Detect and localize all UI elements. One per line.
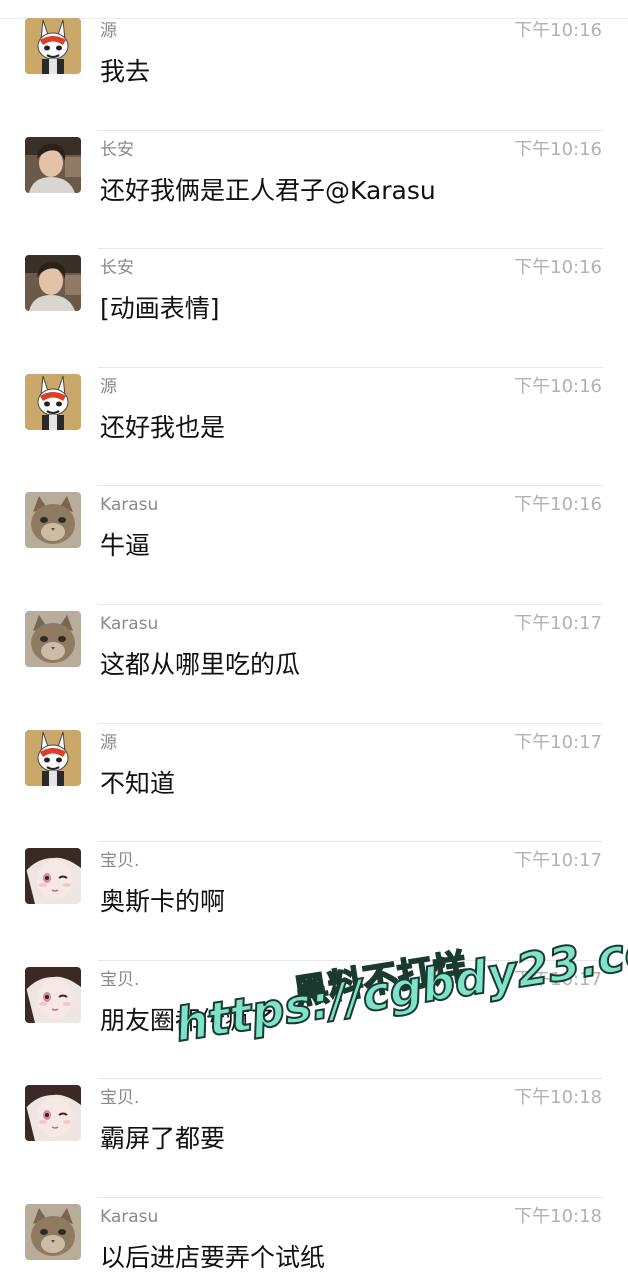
- message-time: 下午10:16: [514, 20, 602, 41]
- message-time: 下午10:17: [514, 612, 602, 634]
- message-time: 下午10:17: [514, 850, 602, 872]
- message-text[interactable]: 不知道: [100, 769, 175, 799]
- robot-avatar[interactable]: [25, 18, 81, 74]
- message-time: 下午10:17: [514, 968, 602, 990]
- sender-name: 源: [100, 732, 117, 753]
- message-text[interactable]: 还好我俩是正人君子@Karasu: [100, 176, 436, 206]
- message-time: 下午10:17: [514, 731, 602, 753]
- message-text[interactable]: 以后进店要弄个试纸: [100, 1243, 325, 1273]
- message-list[interactable]: 源下午10:16 我去 长安 下午10:16 还好我俩是正人君子@Karasu 长安 下午1…: [0, 12, 628, 1280]
- message-item[interactable]: Karasu 下午10:16 牛逼: [0, 486, 628, 605]
- message-item[interactable]: 长安 下午10:16 还好我俩是正人君子@Karasu: [0, 131, 628, 250]
- chat-history-page: 源下午10:16 我去 长安 下午10:16 还好我俩是正人君子@Karasu 长安 下午1…: [0, 0, 628, 1280]
- sender-name: 长安: [100, 258, 134, 279]
- message-item[interactable]: 宝贝. 下午10:17 奥斯卡的啊: [0, 842, 628, 961]
- message-item[interactable]: Karasu 下午10:18 以后进店要弄个试纸: [0, 1198, 628, 1280]
- message-item[interactable]: 源 下午10:16 还好我也是: [0, 368, 628, 487]
- girl-avatar[interactable]: [25, 966, 81, 1023]
- girl-avatar[interactable]: [25, 848, 81, 905]
- cat-avatar[interactable]: [25, 492, 81, 549]
- message-item[interactable]: 源 下午10:16 我去: [0, 12, 628, 131]
- cat-avatar[interactable]: [25, 1203, 81, 1260]
- sender-name: 宝贝.: [100, 969, 140, 990]
- message-time: 下午10:18: [514, 1205, 602, 1227]
- sender-name: 宝贝.: [100, 851, 140, 872]
- message-time: 下午10:16: [514, 138, 602, 160]
- message-text[interactable]: 霸屏了都要: [100, 1124, 225, 1154]
- sender-name: 长安: [100, 139, 134, 160]
- message-time: 下午10:16: [514, 494, 602, 516]
- person-avatar[interactable]: [25, 255, 81, 312]
- message-time: 下午10:18: [514, 1087, 602, 1109]
- message-text[interactable]: 这都从哪里吃的瓜: [100, 650, 300, 680]
- message-text[interactable]: [动画表情]: [100, 294, 220, 324]
- sender-name: 宝贝.: [100, 1088, 140, 1109]
- message-time: 下午10:16: [514, 375, 602, 397]
- message-text[interactable]: 朋友圈都传疯了: [100, 1006, 275, 1036]
- sender-name: Karasu: [100, 495, 159, 516]
- person-avatar[interactable]: [25, 136, 81, 193]
- girl-avatar[interactable]: [25, 1085, 81, 1142]
- message-time: 下午10:16: [514, 257, 602, 279]
- message-item[interactable]: 宝贝. 下午10:17 朋友圈都传疯了: [0, 961, 628, 1080]
- message-text[interactable]: 还好我也是: [100, 413, 225, 443]
- robot-avatar[interactable]: [25, 729, 81, 786]
- sender-name: 源: [100, 376, 117, 397]
- sender-name: Karasu: [100, 613, 159, 634]
- sender-name: Karasu: [100, 1206, 159, 1227]
- message-item[interactable]: 长安 下午10:16 [动画表情]: [0, 249, 628, 368]
- message-text[interactable]: 我去: [100, 57, 150, 87]
- message-text[interactable]: 牛逼: [100, 531, 150, 561]
- message-item[interactable]: 源 下午10:17 不知道: [0, 724, 628, 843]
- sender-name: 源: [100, 21, 117, 41]
- message-item[interactable]: Karasu 下午10:17 这都从哪里吃的瓜: [0, 605, 628, 724]
- message-text[interactable]: 奥斯卡的啊: [100, 887, 225, 917]
- message-item[interactable]: 宝贝. 下午10:18 霸屏了都要: [0, 1079, 628, 1198]
- robot-avatar[interactable]: [25, 373, 81, 430]
- cat-avatar[interactable]: [25, 610, 81, 667]
